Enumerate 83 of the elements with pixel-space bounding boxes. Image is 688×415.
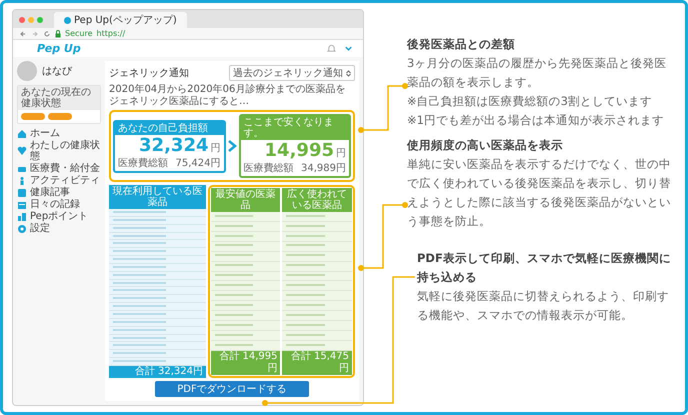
note-text: ※自己負担額は医療費総額の3割としています (407, 93, 653, 110)
table-row (210, 301, 280, 312)
column-total: 合計 15,475円 (282, 351, 352, 375)
column-total: 合計 32,324円 (109, 366, 206, 378)
browser-tab[interactable]: Pep Up(ペップアップ) (54, 12, 187, 28)
table-row (282, 301, 352, 312)
column-header: 現在利用している医薬品 (109, 185, 206, 209)
nav-item[interactable]: ホーム (30, 128, 60, 139)
table-row (282, 212, 352, 222)
nav-item[interactable]: わたしの健康状態 (30, 140, 101, 162)
table-row (282, 321, 352, 332)
status-pill (21, 113, 45, 120)
column-header: 広く使われている医薬品 (282, 188, 352, 212)
settings-icon (17, 224, 27, 234)
table-row (210, 242, 280, 252)
connector-line (358, 83, 408, 133)
note-heading: 後発医薬品との差額 (407, 36, 516, 53)
history-select[interactable]: 過去のジェネリック通知 (229, 65, 355, 81)
table-row (282, 331, 352, 341)
card-label: ここまで安くなります。 (240, 116, 349, 140)
table-row (282, 272, 352, 282)
status-pill (48, 113, 72, 120)
nav-item[interactable]: Pepポイント (30, 211, 88, 222)
total-label: 医療費総額 (244, 162, 294, 175)
column-total: 合計 14,995円 (210, 351, 280, 375)
amount-value: 14,995 (264, 140, 334, 161)
chart-icon (17, 212, 27, 222)
back-icon[interactable] (19, 30, 27, 38)
table-row (282, 281, 352, 292)
table-row (210, 331, 280, 341)
table-row (210, 321, 280, 332)
table-row (282, 252, 352, 262)
description-text: 2020年04月から2020年06月診療分までの医薬品をジェネリック医薬品にすると… (109, 84, 346, 107)
connector-line (358, 202, 408, 271)
nav-item[interactable]: アクティビティ (30, 175, 100, 186)
table-row (210, 262, 280, 272)
note-text: ※1円でも差が出る場合は本通知が表示されます (407, 112, 665, 129)
table-row (210, 311, 280, 322)
sort-arrows-icon (346, 70, 351, 76)
article-icon (17, 188, 27, 198)
avatar (17, 61, 37, 81)
table-row (282, 262, 352, 272)
nav-item[interactable]: 医療費・給付金 (30, 163, 100, 174)
currency-unit: 円 (210, 142, 220, 154)
table-row (210, 252, 280, 262)
nav-item[interactable]: 設定 (30, 223, 50, 234)
amount-value: 32,324 (139, 134, 208, 156)
total-label: 医療費総額 (118, 156, 168, 170)
note-heading: 使用頻度の高い医薬品を表示 (407, 137, 564, 154)
table-row (210, 291, 280, 302)
forward-icon[interactable] (31, 30, 39, 38)
health-panel-title: あなたの現在の健康状態 (18, 86, 100, 110)
minimize-window-button[interactable] (28, 17, 34, 23)
note-text: 気軽に後発医薬品に切替えられるよう、印刷する機能や、スマホでの情報表示が可能。 (417, 288, 670, 324)
house-icon (17, 128, 27, 138)
chevron-down-icon[interactable] (344, 44, 353, 53)
note-text: 単純に安い医薬品を表示するだけでなく、世の中で広く使われている後発医薬品を表示し、切り替えようとした際に該当する後発医薬品がないという事態を防止。 (407, 156, 672, 230)
close-window-button[interactable] (19, 17, 25, 23)
user-name: はなび (42, 65, 72, 78)
heart-icon (17, 146, 27, 156)
table-row (210, 272, 280, 282)
page-title: ジェネリック通知 (109, 66, 189, 80)
lock-icon (55, 30, 61, 38)
nav-item[interactable]: 健康記事 (30, 187, 70, 198)
calendar-icon (17, 200, 27, 210)
note-heading: PDF表示して印刷、スマホで気軽に医療機関に持ち込める (417, 250, 672, 286)
card-label: あなたの自己負担額 (115, 122, 224, 134)
table-row (210, 212, 280, 222)
maximize-window-button[interactable] (37, 17, 43, 23)
nav-item[interactable]: 日々の記録 (30, 199, 80, 210)
reload-icon[interactable] (43, 30, 51, 38)
total-value: 75,424円 (176, 156, 220, 170)
currency-unit: 円 (336, 147, 346, 160)
table-row (282, 242, 352, 252)
bell-icon[interactable] (327, 44, 336, 53)
total-value: 34,989円 (301, 162, 346, 175)
note-text: 3ヶ月分の医薬品の履歴から先発医薬品と後発医薬品の額を表示します。 (407, 55, 668, 91)
table-row (282, 311, 352, 322)
secure-label: Secure (65, 29, 93, 38)
table-row (210, 281, 280, 292)
table-row (282, 291, 352, 302)
download-button[interactable]: PDFでダウンロードする (155, 381, 309, 397)
column-header: 最安値の医薬品 (210, 188, 280, 212)
